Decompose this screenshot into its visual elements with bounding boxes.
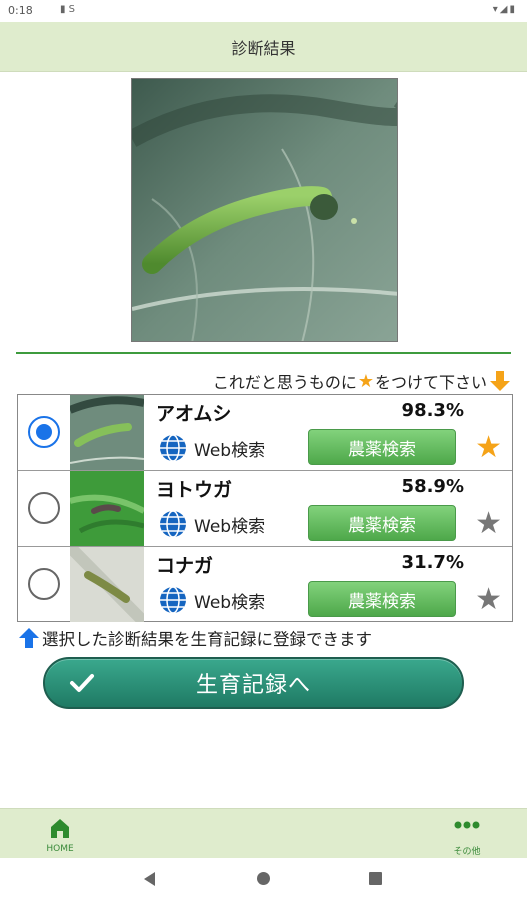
app-header: 診断結果 <box>0 22 527 72</box>
star-icon[interactable]: ★ <box>475 585 502 615</box>
pesticide-search-button[interactable]: 農薬検索 <box>308 505 456 541</box>
recents-icon[interactable] <box>369 872 382 885</box>
pesticide-search-button[interactable]: 農薬検索 <box>308 581 456 617</box>
star-icon[interactable]: ★ <box>475 509 502 539</box>
candidate-thumbnail <box>70 395 144 470</box>
register-note-text: 選択した診断結果を生育記録に登録できます <box>42 630 372 649</box>
candidate-thumbnail <box>70 547 144 622</box>
instruction-after: をつけて下さい <box>374 373 487 392</box>
register-note: 選択した診断結果を生育記録に登録できます <box>18 626 372 650</box>
globe-icon <box>160 434 186 462</box>
instruction-text: これだと思うものに ★ をつけて下さい <box>213 369 511 393</box>
section-divider <box>16 352 511 354</box>
arrow-up-icon <box>18 627 40 649</box>
select-radio[interactable] <box>28 568 60 600</box>
globe-icon <box>160 586 186 614</box>
globe-icon <box>160 510 186 538</box>
confidence-value: 98.3% <box>401 400 464 421</box>
status-time: 0:18 <box>8 4 33 17</box>
web-search-label: Web検索 <box>194 592 266 613</box>
diagnosis-list: アオムシ 98.3% Web検索 農薬検索 ★ ヨトウガ 58.9% Web検索… <box>17 394 513 622</box>
growth-record-label: 生育記録へ <box>195 673 311 698</box>
home-icon <box>51 819 69 838</box>
confidence-value: 31.7% <box>401 552 464 573</box>
candidate-name: アオムシ <box>156 403 232 425</box>
nav-home-label: HOME <box>46 844 74 854</box>
candidate-name: コナガ <box>156 555 214 577</box>
star-icon: ★ <box>357 370 374 392</box>
diagnosis-row[interactable]: コナガ 31.7% Web検索 農薬検索 ★ <box>18 547 512 623</box>
pesticide-search-button[interactable]: 農薬検索 <box>308 429 456 465</box>
more-icon <box>454 821 480 829</box>
nav-other[interactable]: その他 <box>445 817 489 857</box>
diagnosis-row[interactable]: ヨトウガ 58.9% Web検索 農薬検索 ★ <box>18 471 512 547</box>
select-radio[interactable] <box>28 416 60 448</box>
notification-icons: ▮ S <box>60 4 76 15</box>
select-radio[interactable] <box>28 492 60 524</box>
arrow-down-icon <box>489 370 511 392</box>
nav-other-label: その他 <box>453 847 481 857</box>
web-search-link[interactable]: Web検索 <box>158 585 265 615</box>
diagnosed-photo <box>131 78 398 342</box>
candidate-thumbnail <box>70 471 144 546</box>
growth-record-button[interactable]: 生育記録へ <box>43 657 464 709</box>
diagnosis-row[interactable]: アオムシ 98.3% Web検索 農薬検索 ★ <box>18 395 512 471</box>
web-search-link[interactable]: Web検索 <box>158 509 265 539</box>
page-title: 診断結果 <box>231 38 296 58</box>
status-bar: 0:18 ▮ S ▾◢▮ <box>0 0 527 22</box>
confidence-value: 58.9% <box>401 476 464 497</box>
candidate-name: ヨトウガ <box>156 479 233 501</box>
signal-battery-icons: ▾◢▮ <box>492 4 517 15</box>
home-circle-icon[interactable] <box>257 872 270 885</box>
system-navigation <box>0 858 527 900</box>
bottom-navigation: HOME その他 <box>0 808 527 858</box>
check-icon <box>70 674 94 692</box>
nav-home[interactable]: HOME <box>38 817 82 854</box>
instruction-before: これだと思うものに <box>212 373 357 392</box>
web-search-label: Web検索 <box>194 440 266 461</box>
web-search-link[interactable]: Web検索 <box>158 433 265 463</box>
back-icon[interactable] <box>144 872 155 886</box>
star-icon[interactable]: ★ <box>475 433 502 463</box>
web-search-label: Web検索 <box>194 516 266 537</box>
